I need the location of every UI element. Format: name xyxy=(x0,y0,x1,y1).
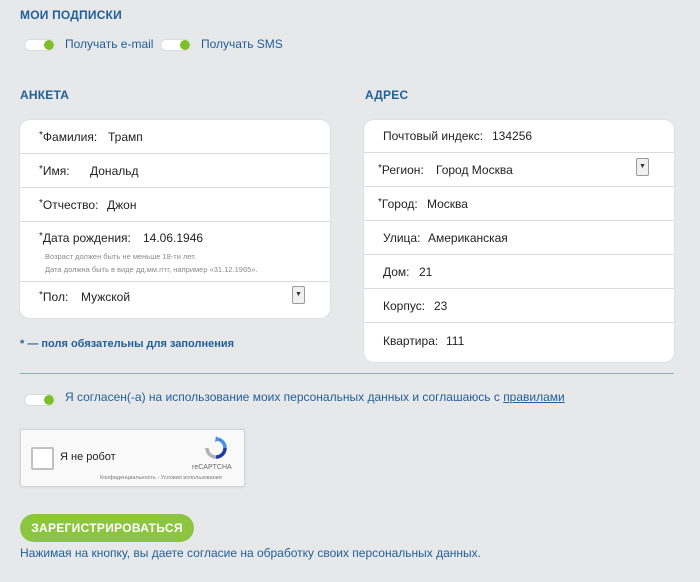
subscriptions-title: МОИ ПОДПИСКИ xyxy=(20,8,122,22)
region-select[interactable]: Город Москва xyxy=(436,163,513,177)
lastname-label-text: Фамилия: xyxy=(42,130,98,144)
email-toggle-label: Получать e-mail xyxy=(65,37,154,51)
email-toggle[interactable] xyxy=(24,38,56,56)
recaptcha-label: Я не робот xyxy=(60,451,116,463)
firstname-label: *Имя: xyxy=(39,164,70,178)
profile-card: *Фамилия: Трамп *Имя: Дональд *Отчество:… xyxy=(20,120,330,318)
address-card: Почтовый индекс: 134256 *Регион: Город М… xyxy=(364,120,674,362)
register-button[interactable]: ЗАРЕГИСТРИРОВАТЬСЯ xyxy=(20,514,194,542)
zip-input[interactable]: 134256 xyxy=(492,129,532,143)
birthdate-row[interactable]: *Дата рождения: 14.06.1946 Возраст долже… xyxy=(20,221,330,282)
toggle-switch[interactable] xyxy=(24,394,56,406)
toggle-knob xyxy=(44,395,54,405)
region-label-text: Регион: xyxy=(381,163,424,177)
chevron-down-icon[interactable]: ▼ xyxy=(292,286,305,304)
birthdate-label: *Дата рождения: xyxy=(39,231,131,245)
lastname-input[interactable]: Трамп xyxy=(108,130,143,144)
patronymic-row[interactable]: *Отчество: Джон xyxy=(20,187,330,222)
birthdate-input[interactable]: 14.06.1946 xyxy=(143,231,203,245)
address-title: АДРЕС xyxy=(365,88,409,102)
consent-toggle[interactable] xyxy=(24,393,56,411)
recaptcha-widget: Я не робот reCAPTCHA Конфиденциальность … xyxy=(20,429,245,487)
apartment-row[interactable]: Квартира: 111 xyxy=(364,322,674,362)
recaptcha-logo-icon xyxy=(203,436,229,460)
recaptcha-checkbox[interactable] xyxy=(31,447,54,470)
profile-title: АНКЕТА xyxy=(20,88,70,102)
toggle-knob xyxy=(180,40,190,50)
firstname-input[interactable]: Дональд xyxy=(90,164,139,178)
patronymic-label-text: Отчество: xyxy=(42,198,99,212)
street-label: Улица: xyxy=(383,231,421,245)
apartment-input[interactable]: 111 xyxy=(446,334,464,348)
street-input[interactable]: Американская xyxy=(428,231,508,245)
consent-footer-note: Нажимая на кнопку, вы даете согласие на … xyxy=(20,546,481,560)
building-label: Корпус: xyxy=(383,299,426,313)
lastname-row[interactable]: *Фамилия: Трамп xyxy=(20,120,330,154)
city-row[interactable]: *Город: Москва xyxy=(364,186,674,221)
house-input[interactable]: 21 xyxy=(419,265,432,279)
sms-toggle[interactable] xyxy=(160,38,192,56)
toggle-switch[interactable] xyxy=(24,39,56,51)
firstname-row[interactable]: *Имя: Дональд xyxy=(20,153,330,188)
gender-label-text: Пол: xyxy=(42,290,69,304)
rules-link[interactable]: правилами xyxy=(503,390,565,404)
zip-row[interactable]: Почтовый индекс: 134256 xyxy=(364,120,674,153)
house-label: Дом: xyxy=(383,265,410,279)
lastname-label: *Фамилия: xyxy=(39,130,97,144)
consent-text: Я согласен(-а) на использование моих пер… xyxy=(65,390,565,404)
birthdate-hint-format: Дата должна быть в виде дд.мм.гггг, напр… xyxy=(45,265,258,274)
chevron-down-icon[interactable]: ▼ xyxy=(636,158,649,176)
zip-label: Почтовый индекс: xyxy=(383,129,484,143)
region-label: *Регион: xyxy=(378,163,424,177)
patronymic-input[interactable]: Джон xyxy=(107,198,136,212)
recaptcha-footer: Конфиденциальность - Условия использован… xyxy=(100,475,222,481)
gender-select[interactable]: Мужской xyxy=(81,290,130,304)
birthdate-label-text: Дата рождения: xyxy=(42,231,131,245)
toggle-switch[interactable] xyxy=(160,39,192,51)
apartment-label: Квартира: xyxy=(383,334,439,348)
gender-label: *Пол: xyxy=(39,290,68,304)
birthdate-hint-age: Возраст должен быть не меньше 18-ти лет. xyxy=(45,252,197,261)
recaptcha-brand: reCAPTCHA xyxy=(192,464,232,471)
toggle-knob xyxy=(44,40,54,50)
firstname-label-text: Имя: xyxy=(42,164,70,178)
street-row[interactable]: Улица: Американская xyxy=(364,220,674,255)
consent-text-body: Я согласен(-а) на использование моих пер… xyxy=(65,390,504,404)
house-row[interactable]: Дом: 21 xyxy=(364,254,674,289)
city-label: *Город: xyxy=(378,197,418,211)
divider xyxy=(20,373,674,374)
building-row[interactable]: Корпус: 23 xyxy=(364,288,674,323)
city-input[interactable]: Москва xyxy=(427,197,468,211)
gender-row[interactable]: *Пол: Мужской ▼ xyxy=(20,281,330,318)
building-input[interactable]: 23 xyxy=(434,299,447,313)
required-fields-note: * — поля обязательны для заполнения xyxy=(20,338,235,350)
patronymic-label: *Отчество: xyxy=(39,198,98,212)
region-row[interactable]: *Регион: Город Москва ▼ xyxy=(364,152,674,187)
sms-toggle-label: Получать SMS xyxy=(201,37,283,51)
city-label-text: Город: xyxy=(381,197,418,211)
